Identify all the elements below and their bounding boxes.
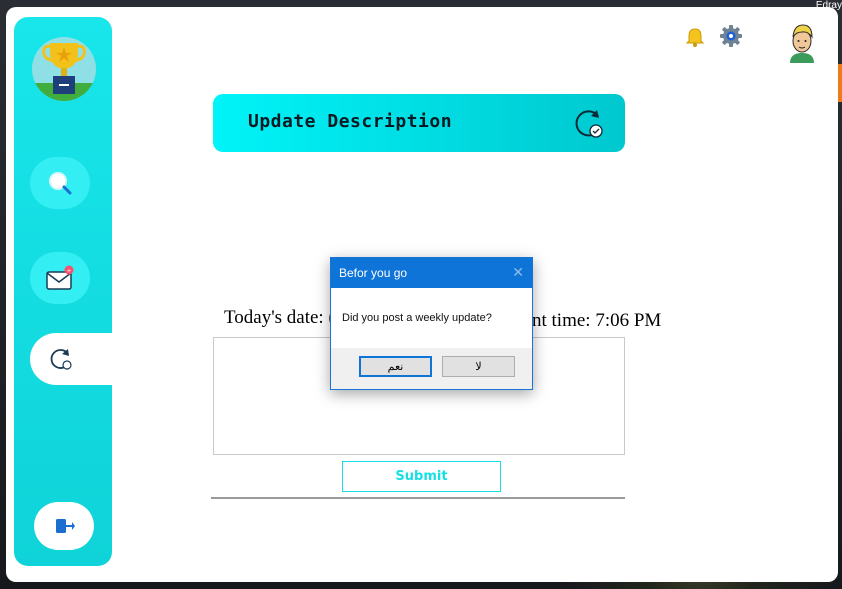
refresh-check-icon [575, 110, 603, 138]
page-title-bar: Update Description [213, 94, 625, 152]
dialog-message: Did you post a weekly update? [342, 312, 492, 324]
trophy-icon [32, 37, 96, 101]
sidebar-item-search[interactable] [30, 157, 90, 209]
search-icon [49, 172, 72, 195]
time-label: nt time: 7:06 PM [530, 310, 662, 332]
page-title: Update Description [248, 111, 453, 132]
title-refresh-button[interactable] [571, 106, 605, 144]
dialog-title: Befor you go [339, 266, 408, 280]
svg-text:+: + [66, 268, 71, 275]
dialog-footer: نعم لا [331, 348, 532, 389]
settings-button[interactable] [719, 24, 743, 52]
mail-icon: + [46, 265, 74, 290]
gear-icon [720, 25, 742, 47]
dialog-title-bar: Befor you go ✕ [331, 258, 532, 288]
close-icon[interactable]: ✕ [512, 264, 524, 281]
profile-button[interactable] [786, 21, 818, 67]
notification-button[interactable] [685, 27, 705, 51]
avatar [790, 24, 814, 63]
submit-button[interactable]: Submit [342, 461, 501, 492]
confirm-dialog: Befor you go ✕ Did you post a weekly upd… [330, 257, 533, 390]
logout-button[interactable] [34, 502, 94, 550]
divider [211, 497, 625, 499]
yes-button[interactable]: نعم [359, 356, 432, 377]
sidebar-item-mail[interactable]: + [30, 252, 90, 304]
logout-icon [56, 519, 75, 533]
refresh-icon [50, 349, 72, 370]
bell-icon [685, 28, 705, 47]
no-button[interactable]: لا [442, 356, 515, 377]
date-label: Today's date: ( [224, 307, 335, 328]
sidebar-item-update[interactable] [30, 333, 112, 385]
